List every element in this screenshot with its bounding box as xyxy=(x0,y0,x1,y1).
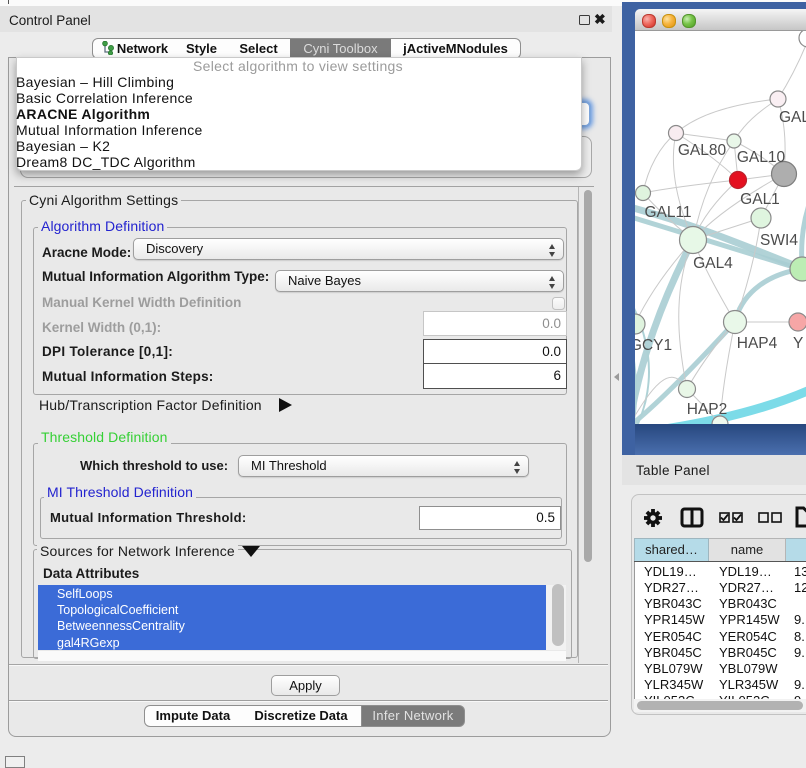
svg-text:GAL10: GAL10 xyxy=(737,149,786,166)
svg-text:GAL11: GAL11 xyxy=(644,204,691,221)
svg-text:Y: Y xyxy=(793,335,803,352)
svg-text:HAP4: HAP4 xyxy=(737,335,778,352)
svg-text:GAL80: GAL80 xyxy=(678,142,727,159)
svg-text:GAL1: GAL1 xyxy=(740,191,780,208)
svg-text:SWI4: SWI4 xyxy=(760,232,798,249)
svg-text:HAP2: HAP2 xyxy=(687,401,728,418)
svg-text:GCY1: GCY1 xyxy=(635,337,672,354)
svg-text:GAL4: GAL4 xyxy=(693,255,733,272)
svg-text:GAL: GAL xyxy=(779,109,806,126)
